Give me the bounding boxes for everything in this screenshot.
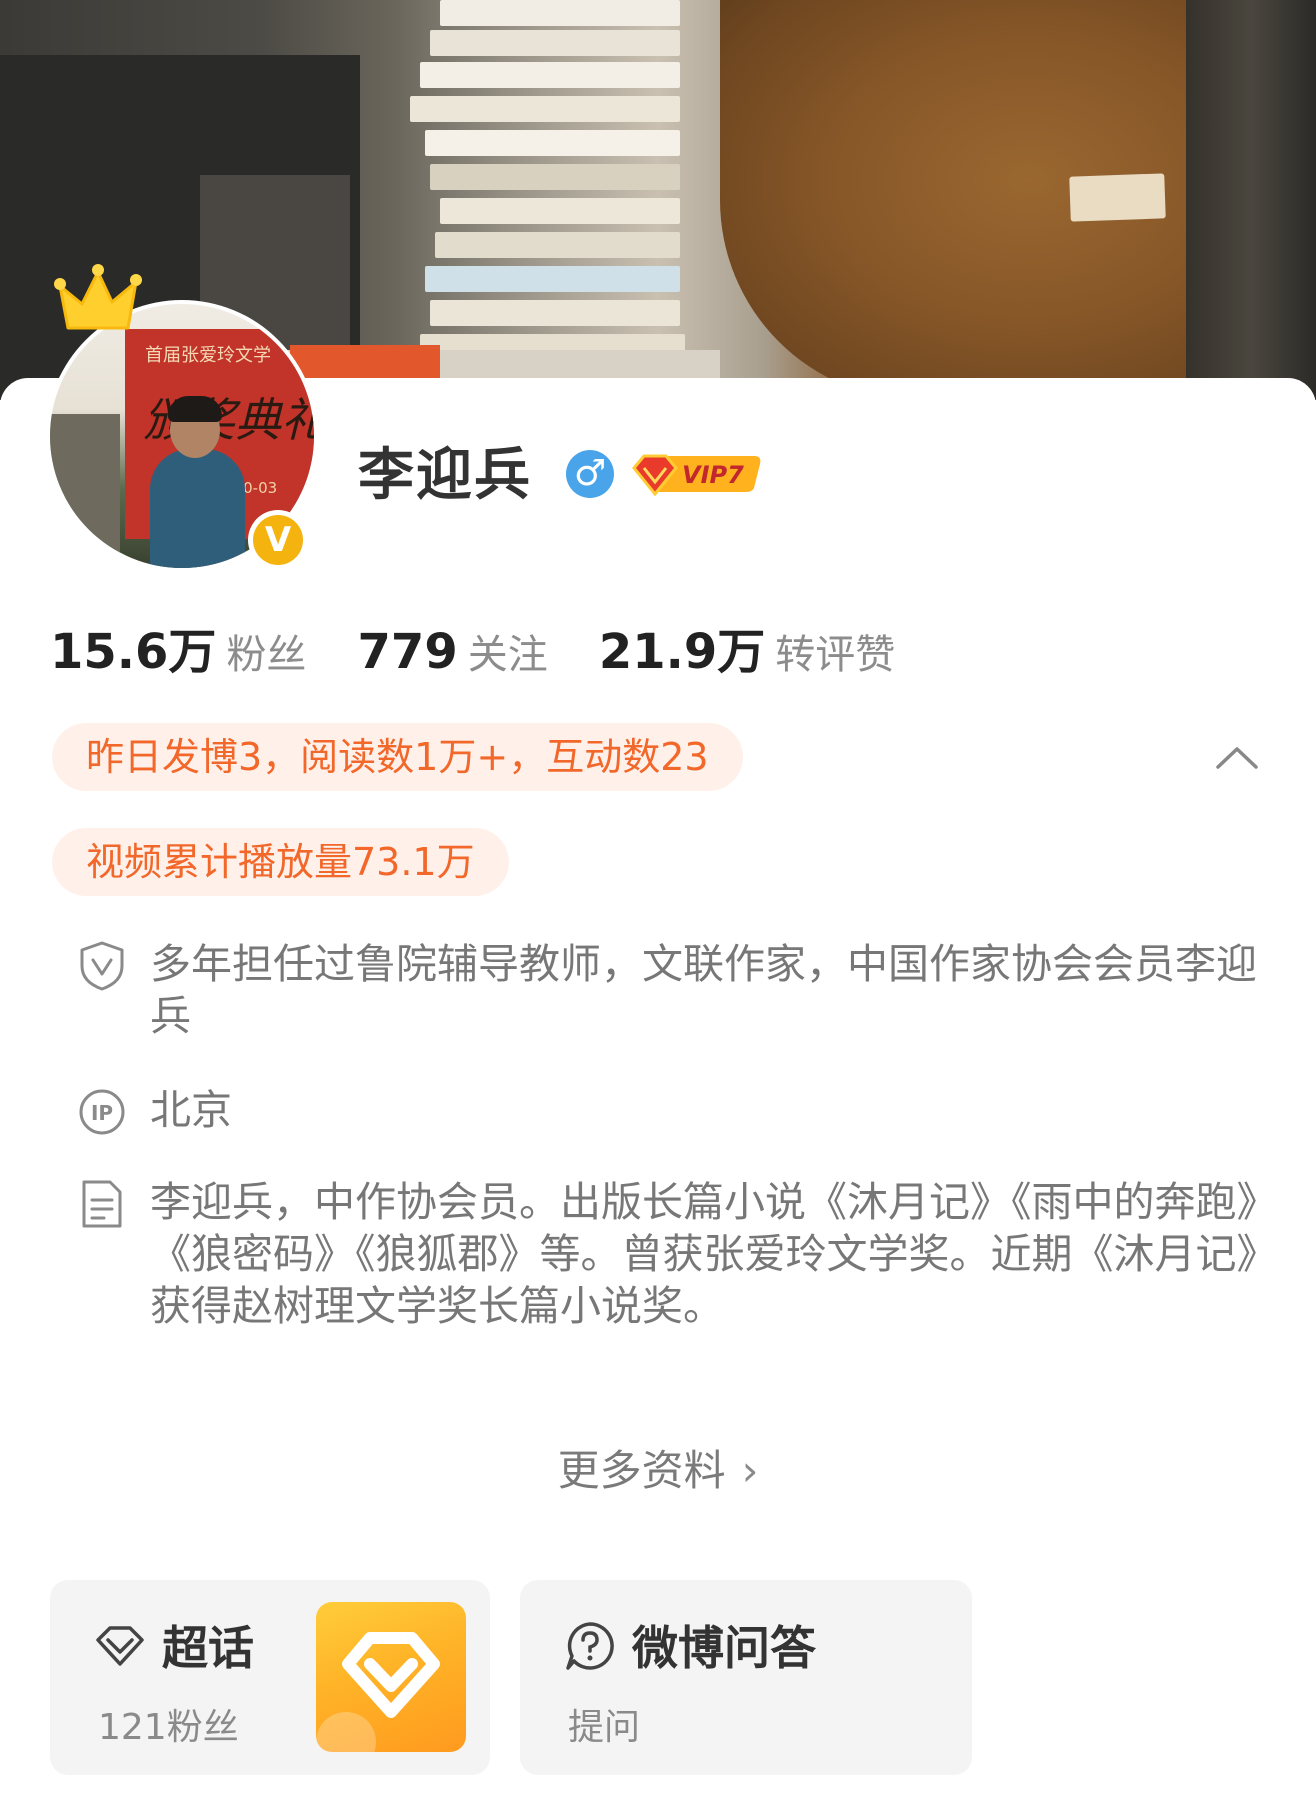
svg-text:IP: IP <box>91 1101 113 1125</box>
stat-followers-label: 粉丝 <box>226 632 307 678</box>
stats-row: 15.6万 粉丝 779 关注 21.9万 转评赞 <box>50 612 941 682</box>
qa-tile[interactable]: 微博问答 提问 <box>520 1580 972 1775</box>
vip-label: VIP7 <box>682 461 744 489</box>
super-topic-fans: 121粉丝 <box>98 1707 239 1748</box>
stat-interactions-value: 21.9万 <box>598 624 766 680</box>
chevron-up-icon[interactable] <box>1212 733 1262 783</box>
stat-following[interactable]: 779 关注 <box>358 622 548 680</box>
cover-shelf <box>1186 0 1316 400</box>
crown-icon <box>54 264 142 330</box>
ip-location-text: 北京 <box>150 1086 232 1134</box>
document-icon <box>82 1180 122 1228</box>
stat-followers[interactable]: 15.6万 粉丝 <box>50 612 306 682</box>
avatar-banner-line1: 首届张爱玲文学 <box>145 345 271 366</box>
more-info-link[interactable]: 更多资料 › <box>0 1437 1316 1498</box>
verified-badge-icon: V <box>248 510 308 570</box>
gender-male-icon: ♂ <box>566 450 614 498</box>
yesterday-stats-pill[interactable]: 昨日发博3，阅读数1万+，互动数23 <box>52 723 743 791</box>
qa-title: 微博问答 <box>632 1621 816 1675</box>
ip-icon: IP <box>79 1089 125 1135</box>
vip-badge-icon[interactable]: VIP7 <box>630 448 765 498</box>
verification-text: 多年担任过鲁院辅导教师，文联作家，中国作家协会会员李迎兵 <box>150 940 1257 1040</box>
question-icon <box>566 1622 614 1670</box>
super-topic-title: 超话 <box>162 1621 254 1675</box>
stat-following-label: 关注 <box>467 632 548 678</box>
chevron-right-icon: › <box>741 1446 759 1495</box>
stat-followers-value: 15.6万 <box>50 624 217 680</box>
stat-following-value: 779 <box>357 624 458 680</box>
profile-name: 李迎兵 <box>358 443 532 508</box>
video-plays-pill[interactable]: 视频累计播放量73.1万 <box>52 828 509 896</box>
cover-name-tag <box>1069 173 1166 222</box>
qa-ask: 提问 <box>568 1707 641 1748</box>
stat-interactions[interactable]: 21.9万 转评赞 <box>599 612 895 682</box>
stat-interactions-label: 转评赞 <box>775 632 896 678</box>
super-topic-diamond-icon <box>316 1632 440 1752</box>
super-topic-tile[interactable]: 超话 121粉丝 <box>50 1580 490 1775</box>
cover-books <box>380 0 710 380</box>
diamond-icon <box>96 1626 144 1666</box>
bio-text: 李迎兵，中作协会员。出版长篇小说《沐月记》《雨中的奔跑》《狼密码》《狼狐郡》等。… <box>150 1178 1257 1330</box>
shield-v-icon <box>80 941 124 991</box>
more-info-label: 更多资料 <box>557 1446 726 1495</box>
super-topic-image <box>316 1602 466 1752</box>
